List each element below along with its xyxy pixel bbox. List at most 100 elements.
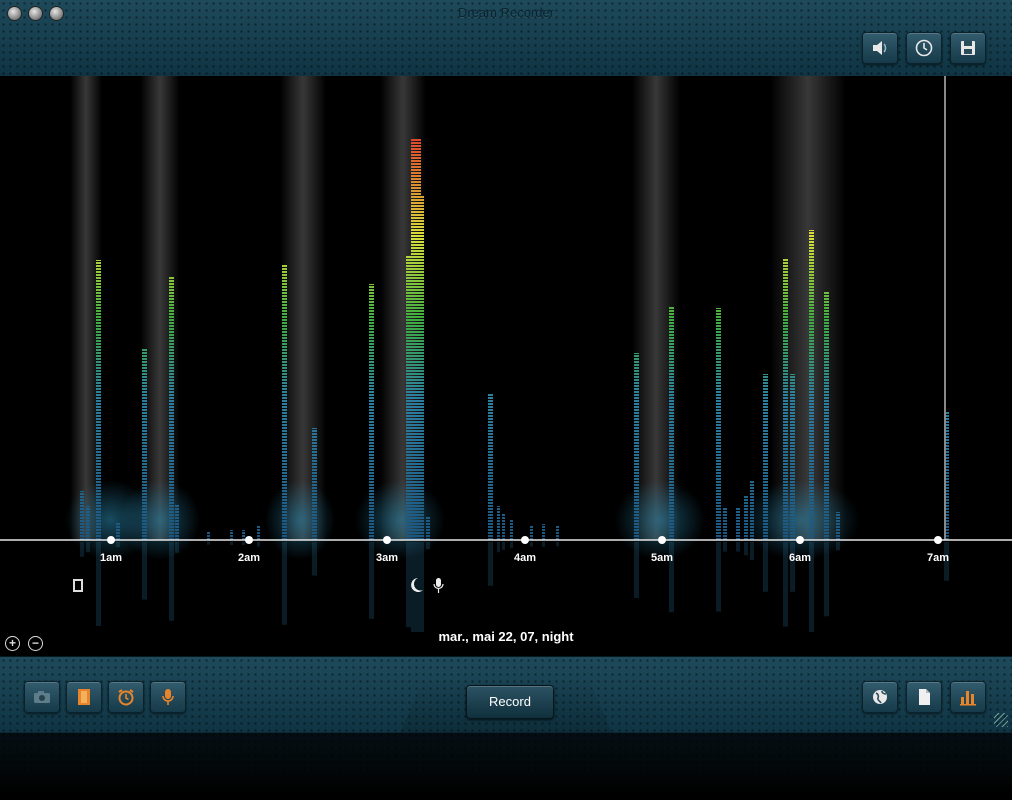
bar-reflection [142,542,147,600]
bar-reflection [750,542,754,560]
camera-icon [34,691,50,703]
activity-bar [419,196,424,540]
sound-button[interactable] [862,32,898,64]
time-tick [934,536,942,544]
bottom-toolbar: Record [0,656,1012,733]
activity-bar [736,508,740,540]
alarm-button[interactable] [906,32,942,64]
clock-icon [915,39,933,57]
activity-bar [257,525,260,540]
activity-bar [783,258,788,540]
time-tick [658,536,666,544]
bar-reflection [169,542,174,621]
time-label: 7am [927,552,949,564]
bar-reflection [80,542,84,557]
microphone-icon [162,689,174,705]
video-button[interactable] [66,681,102,713]
bar-reflection [312,542,317,576]
activity-bar [510,519,513,540]
bar-reflection [488,542,493,586]
activity-bar [836,512,840,540]
bar-reflection [530,542,533,547]
alarm-clock-button[interactable] [108,681,144,713]
time-tick [796,536,804,544]
activity-bar [763,374,768,540]
speaker-icon [873,41,887,55]
activity-bar [169,277,174,540]
notes-button[interactable] [906,681,942,713]
light-beams [70,76,846,540]
microphone-icon [433,578,444,593]
activity-bar [502,514,505,540]
time-tick [383,536,391,544]
time-label: 1am [100,552,122,564]
activity-bar [488,394,493,540]
bar-reflection [556,542,559,547]
save-button[interactable] [950,32,986,64]
activity-bar [96,260,101,540]
activity-bar [497,506,500,540]
world-button[interactable] [862,681,898,713]
bar-reflection [282,542,287,625]
bar-reflection [790,542,795,592]
bar-reflection [502,542,505,550]
bar-reflection [836,542,840,551]
alarm-clock-icon [118,689,134,706]
bar-reflection [783,542,788,627]
window-title: Dream Recorder [457,5,555,20]
time-label: 4am [514,552,536,564]
bar-reflection [716,542,721,612]
statistics-button[interactable] [950,681,986,713]
activity-bar [634,353,639,540]
bar-reflection [542,542,545,547]
time-label: 6am [789,552,811,564]
globe-icon [873,690,887,704]
record-button[interactable]: Record [466,685,554,719]
glow [120,480,200,560]
camera-button[interactable] [24,681,60,713]
time-label: 2am [238,552,260,564]
bar-reflection [116,542,120,548]
light-beam [770,76,846,540]
glow [740,480,860,560]
bar-reflection [86,542,90,553]
film-icon [78,689,90,705]
bar-reflection [763,542,768,592]
audio-record-button[interactable] [150,681,186,713]
bar-reflection [175,542,179,553]
activity-bar [750,480,754,540]
activity-bar [207,531,210,540]
sleep-activity-graph: 1am 2am 3am 4am 5am 6am 7am + − mar., mai 22, … [0,76,1012,656]
save-icon [961,41,975,55]
bar-reflection [723,542,727,552]
document-icon [919,689,930,705]
glow [615,480,705,560]
night-date-label: mar., mai 22, 07, night [438,629,574,644]
bar-reflection [744,542,748,556]
activity-bar [723,508,727,540]
bar-reflection [497,542,500,553]
bar-reflection [369,542,374,619]
bar-reflection [510,542,513,549]
activity-bar [530,525,533,540]
activity-bar [175,504,179,540]
activity-bar [744,496,748,540]
bar-reflection [257,542,260,547]
activity-bar [142,348,147,540]
activity-bar [86,506,90,540]
audio-event-marker[interactable] [433,578,444,593]
resize-grip[interactable] [994,713,1008,727]
time-tick [245,536,253,544]
bar-reflection [406,542,411,628]
dream-recorder-window: Dream Recorder 1am 2am 3am 4am 5am 6am 7… [0,0,1012,800]
title-toolbar: Dream Recorder [0,0,1012,77]
bar-reflection [426,542,430,550]
glow [265,480,335,560]
glow-layer [65,480,860,560]
time-label: 5am [651,552,673,564]
activity-bar [716,308,721,540]
bar-reflection [230,542,233,545]
bar-chart-icon [960,691,976,706]
activity-bar [116,523,120,540]
film-event-marker[interactable] [73,579,83,592]
